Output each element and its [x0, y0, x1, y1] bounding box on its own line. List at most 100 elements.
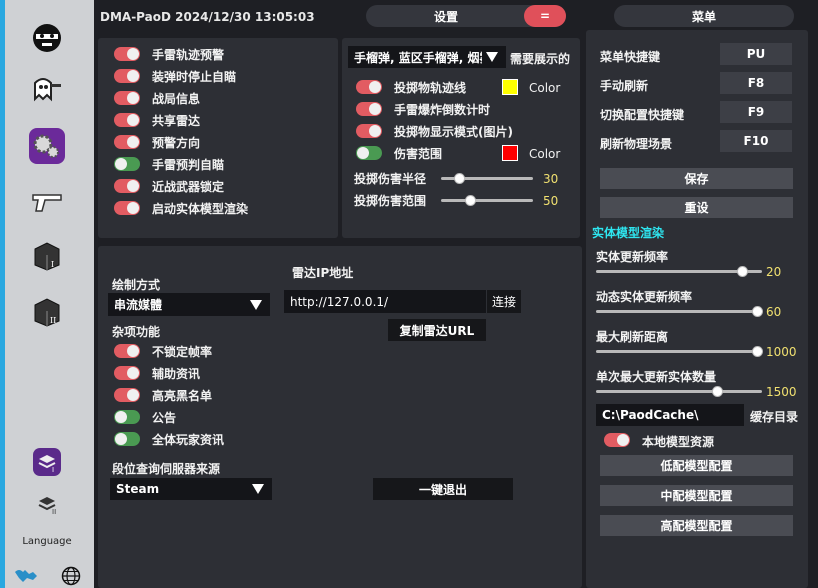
throw-item-toggle[interactable] [356, 146, 382, 160]
toggle-knob [357, 147, 369, 159]
language-label[interactable]: Language [5, 536, 89, 547]
grenade-item-label: 手雷轨迹预警 [152, 48, 225, 62]
entity-slider-label: 最大刷新距离 [596, 330, 669, 344]
layers-2-icon[interactable]: II [25, 484, 69, 524]
crate-2-icon[interactable]: II [25, 292, 69, 332]
misc-item-label: 高亮黑名单 [152, 389, 213, 403]
mask-face-icon[interactable] [25, 18, 69, 58]
server-source-select[interactable]: Steam [110, 478, 272, 500]
throwable-select[interactable]: 手榴弹, 蓝区手榴弹, 烟雾 [348, 46, 506, 68]
grenade-item-toggle[interactable] [114, 47, 140, 61]
grenade-item-toggle[interactable] [114, 91, 140, 105]
throw-item-label: 投掷物轨迹线 [394, 81, 467, 95]
misc-item-label: 不锁定帧率 [152, 345, 213, 359]
entity-slider-track[interactable] [596, 310, 762, 313]
color-swatch-damage[interactable] [502, 145, 518, 161]
entity-slider-thumb[interactable] [752, 306, 764, 317]
misc-item-toggle[interactable] [114, 344, 140, 358]
entity-slider-thumb[interactable] [737, 266, 749, 277]
misc-item-toggle[interactable] [114, 432, 140, 446]
hotkey-label: 切换配置快捷键 [600, 108, 685, 122]
toggle-knob [115, 411, 127, 423]
mid-config-button[interactable]: 中配模型配置 [600, 485, 793, 506]
hotkey-label: 刷新物理场景 [600, 137, 673, 151]
misc-item-toggle[interactable] [114, 388, 140, 402]
entity-section-label: 实体模型渲染 [592, 226, 665, 240]
gears-icon[interactable] [25, 126, 69, 166]
menu-header: 菜单 [614, 5, 794, 27]
throw-item-toggle[interactable] [356, 124, 382, 138]
entity-slider-label: 实体更新频率 [596, 250, 669, 264]
cache-path-input[interactable]: C:\PaodCache\ [596, 404, 744, 426]
exit-button[interactable]: 一键退出 [373, 478, 513, 500]
hotkey-key-button[interactable]: PU [720, 43, 792, 65]
grenade-item-toggle[interactable] [114, 69, 140, 83]
toggle-knob [369, 125, 381, 137]
world-map-icon[interactable] [13, 566, 39, 587]
entity-slider-value: 20 [766, 265, 782, 279]
radar-ip-value: http://127.0.0.1/ [290, 294, 389, 309]
misc-item-toggle[interactable] [114, 410, 140, 424]
settings-toggle-button[interactable]: = [524, 5, 566, 27]
entity-slider-track[interactable] [596, 350, 762, 353]
color-label-damage: Color [529, 147, 561, 161]
chevron-down-icon [252, 484, 264, 494]
save-button[interactable]: 保存 [600, 168, 793, 189]
layers-1-icon[interactable]: I [25, 442, 69, 482]
reset-button[interactable]: 重设 [600, 197, 793, 218]
radar-ip-input[interactable]: http://127.0.0.1/ [284, 290, 486, 313]
menu-label: 菜单 [691, 9, 716, 24]
grenade-item-toggle[interactable] [114, 157, 140, 171]
grenade-item-label: 近战武器锁定 [152, 180, 225, 194]
throw-range-label: 投掷伤害范围 [354, 194, 427, 208]
toggle-knob [115, 158, 127, 170]
grenade-item-toggle[interactable] [114, 201, 140, 215]
low-config-button[interactable]: 低配模型配置 [600, 455, 793, 476]
throw-item-label: 伤害范围 [394, 147, 443, 161]
entity-slider-track[interactable] [596, 390, 762, 393]
hotkey-key-button[interactable]: F8 [720, 72, 792, 94]
toggle-knob [127, 70, 139, 82]
toggle-knob [127, 136, 139, 148]
grenade-item-label: 共享雷达 [152, 114, 201, 128]
misc-item-label: 辅助资讯 [152, 367, 201, 381]
entity-slider-label: 动态实体更新频率 [596, 290, 693, 304]
pistol-icon[interactable] [25, 182, 69, 222]
globe-icon[interactable] [61, 566, 81, 588]
hotkey-label: 菜单快捷键 [600, 50, 661, 64]
grenade-item-toggle[interactable] [114, 179, 140, 193]
settings-label: 设置 [433, 9, 458, 24]
app-title: DMA-PaoD 2024/12/30 13:05:03 [100, 10, 315, 24]
draw-mode-select[interactable]: 串流媒體 [108, 293, 270, 316]
ghost-gun-icon[interactable] [25, 70, 69, 110]
throw-item-toggle[interactable] [356, 102, 382, 116]
hotkey-label: 手动刷新 [600, 79, 649, 93]
throw-item-toggle[interactable] [356, 80, 382, 94]
copy-radar-url-button[interactable]: 复制雷达URL [388, 319, 486, 341]
crate-1-icon[interactable]: I [25, 236, 69, 276]
throwable-hint: 需要展示的 [510, 52, 571, 66]
high-config-button[interactable]: 高配模型配置 [600, 515, 793, 536]
hotkey-key-button[interactable]: F10 [720, 130, 792, 152]
toggle-knob [127, 367, 139, 379]
entity-slider-thumb[interactable] [752, 346, 764, 357]
grenade-item-toggle[interactable] [114, 135, 140, 149]
connect-button[interactable]: 连接 [487, 290, 521, 313]
local-model-toggle[interactable] [604, 433, 630, 447]
throw-radius-label: 投掷伤害半径 [354, 172, 427, 186]
color-swatch-trajectory[interactable] [502, 79, 518, 95]
toggle-knob [127, 180, 139, 192]
throw-item-label: 手雷爆炸倒数计时 [394, 103, 491, 117]
toggle-knob [127, 114, 139, 126]
throw-range-slider[interactable] [441, 199, 533, 202]
toggle-knob [115, 433, 127, 445]
toggle-knob [127, 389, 139, 401]
draw-mode-value: 串流媒體 [114, 298, 163, 312]
hotkey-key-button[interactable]: F9 [720, 101, 792, 123]
toggle-knob [127, 345, 139, 357]
grenade-item-toggle[interactable] [114, 113, 140, 127]
draw-mode-label: 绘制方式 [112, 278, 161, 292]
toggle-knob [127, 92, 139, 104]
misc-item-label: 公告 [152, 411, 177, 425]
misc-item-toggle[interactable] [114, 366, 140, 380]
